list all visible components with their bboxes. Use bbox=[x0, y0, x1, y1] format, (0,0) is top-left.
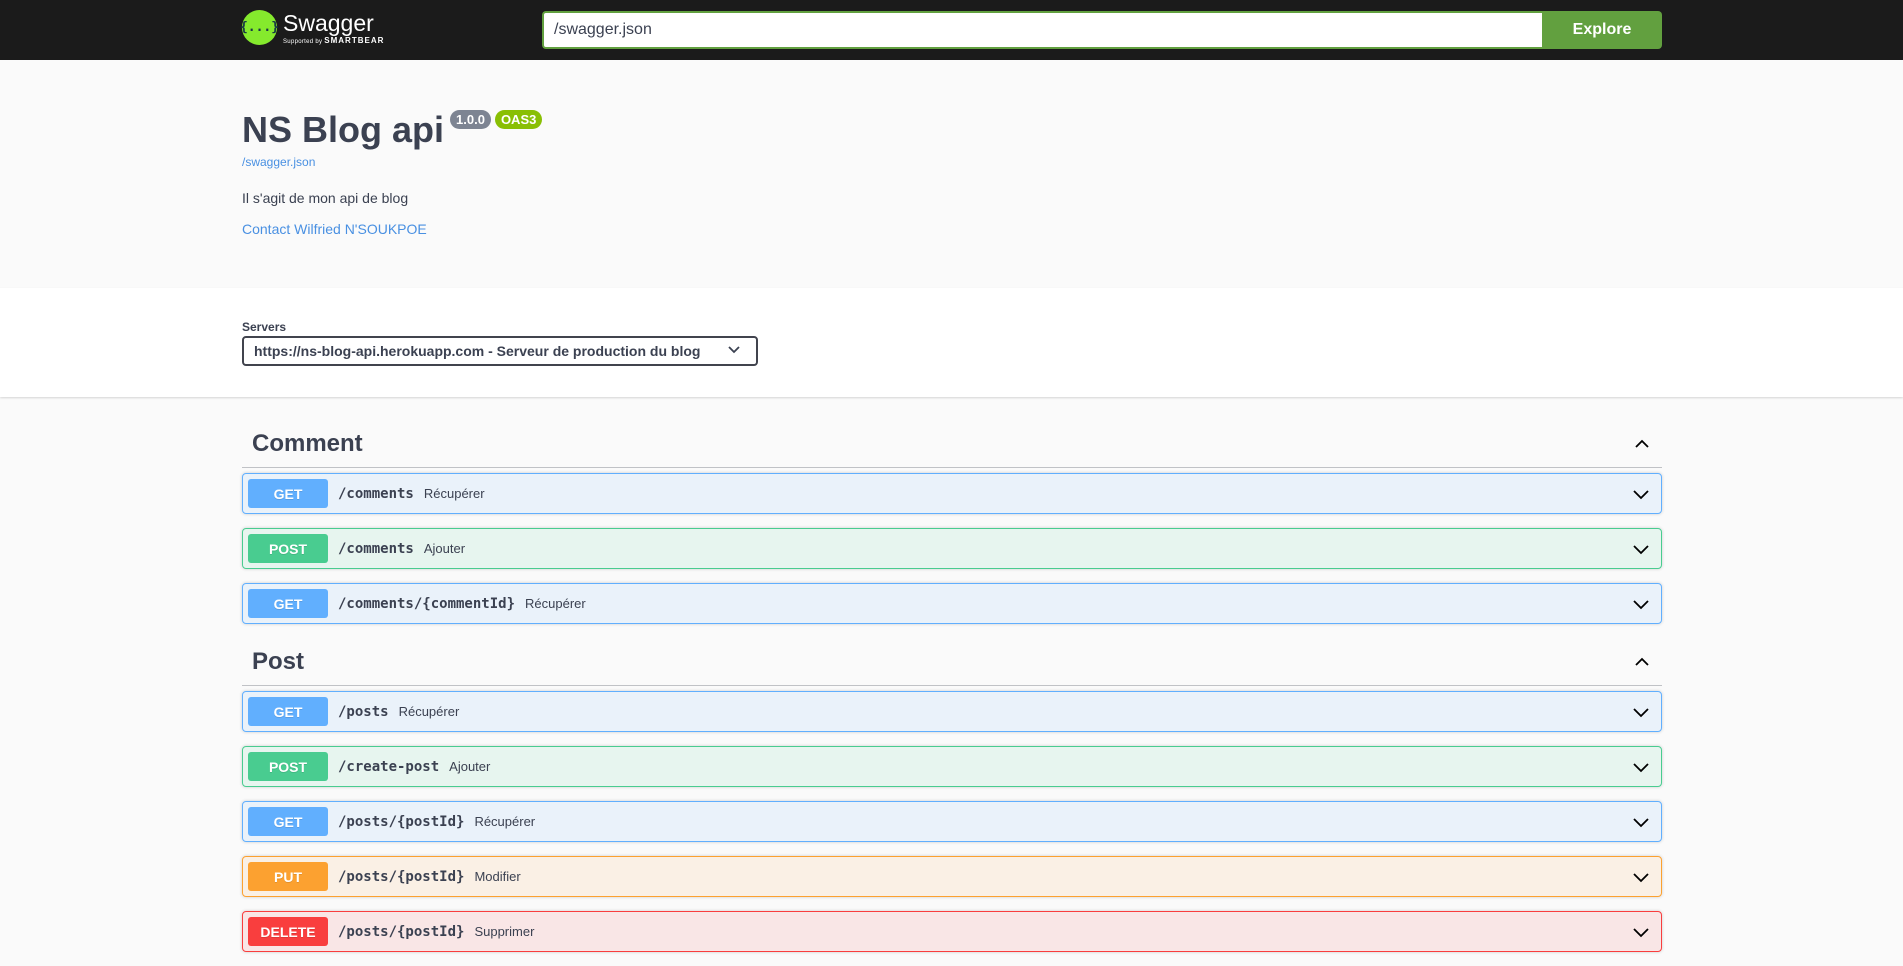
chevron-down-icon[interactable] bbox=[1631, 812, 1651, 832]
operation-path: /create-post bbox=[338, 758, 440, 775]
chevron-up-icon[interactable] bbox=[1632, 652, 1652, 672]
operation-path: /posts/{postId} bbox=[338, 868, 465, 885]
operation-path: /posts/{postId} bbox=[338, 813, 465, 830]
operation-path: /comments bbox=[338, 485, 414, 502]
chevron-up-icon[interactable] bbox=[1632, 434, 1652, 454]
info-section: NS Blog api 1.0.0 OAS3 bbox=[0, 60, 1903, 288]
swagger-logo-icon: {...} bbox=[240, 10, 279, 45]
method-badge: GET bbox=[248, 807, 328, 836]
chevron-down-icon[interactable] bbox=[1631, 922, 1651, 942]
tag-section-comment: Comment GET/comments Récupérer POST/comment… bbox=[242, 420, 1662, 624]
title-row: NS Blog api 1.0.0 OAS3 bbox=[242, 108, 543, 152]
chevron-down-icon[interactable] bbox=[1631, 594, 1651, 614]
opblock-get[interactable]: GET/comments Récupérer bbox=[242, 473, 1662, 514]
opblock-get[interactable]: GET/posts Récupérer bbox=[242, 691, 1662, 732]
explore-button[interactable]: Explore bbox=[1542, 11, 1662, 49]
operations-container: Comment GET/comments Récupérer POST/comment… bbox=[242, 420, 1662, 966]
tag-section-post: Post GET/posts Récupérer POST/create-post Aj… bbox=[242, 638, 1662, 952]
method-badge: POST bbox=[248, 752, 328, 781]
opblock-delete[interactable]: DELETE/posts/{postId} Supprimer bbox=[242, 911, 1662, 952]
brand-subtitle: Supported by SMARTBEAR bbox=[283, 36, 384, 45]
brand-name: Swagger bbox=[283, 9, 374, 36]
download-url-form: Explore bbox=[542, 11, 1662, 49]
servers-label: Servers bbox=[242, 320, 287, 334]
tag-name: Post bbox=[252, 647, 305, 675]
opblock-post[interactable]: POST/create-post Ajouter bbox=[242, 746, 1662, 787]
operation-summary: Ajouter bbox=[423, 541, 466, 556]
method-badge: POST bbox=[248, 534, 328, 563]
operation-summary: Récupérer bbox=[423, 486, 485, 501]
chevron-down-icon[interactable] bbox=[1631, 484, 1651, 504]
operation-summary: Récupérer bbox=[525, 596, 586, 611]
contact-link[interactable]: Contact Wilfried N'SOUKPOE bbox=[242, 221, 427, 237]
opblock-post[interactable]: POST/comments Ajouter bbox=[242, 528, 1662, 569]
chevron-down-icon[interactable] bbox=[1631, 539, 1651, 559]
chevron-down-icon[interactable] bbox=[1631, 867, 1651, 887]
operation-summary: Récupérer bbox=[398, 704, 460, 719]
operation-summary: Ajouter bbox=[449, 759, 491, 774]
swagger-wordmark: Swagger Supported by SMARTBEAR bbox=[283, 11, 384, 45]
operation-path: /comments bbox=[338, 540, 414, 557]
opblock-put[interactable]: PUT/posts/{postId} Modifier bbox=[242, 856, 1662, 897]
brand-sub-company: SMARTBEAR bbox=[324, 35, 385, 45]
servers-section: Servers https://ns-blog-api.herokuapp.co… bbox=[0, 288, 1903, 397]
operation-path: /comments/{commentId} bbox=[338, 595, 516, 612]
opblock-get[interactable]: GET/posts/{postId} Récupérer bbox=[242, 801, 1662, 842]
tag-header-post[interactable]: Post bbox=[242, 638, 1662, 686]
method-badge: GET bbox=[248, 697, 328, 726]
api-description: Il s'agit de mon api de blog bbox=[242, 190, 409, 206]
servers-select[interactable]: https://ns-blog-api.herokuapp.com - Serv… bbox=[242, 336, 758, 366]
version-badge: 1.0.0 bbox=[450, 110, 491, 129]
tag-name: Comment bbox=[252, 429, 363, 457]
operation-summary: Modifier bbox=[474, 869, 521, 884]
operation-summary: Récupérer bbox=[474, 814, 536, 829]
api-title: NS Blog api bbox=[242, 109, 445, 150]
brand-sub-prefix: Supported by bbox=[283, 38, 323, 45]
oas-badge: OAS3 bbox=[494, 110, 543, 129]
spec-url-input[interactable] bbox=[542, 11, 1542, 49]
method-badge: DELETE bbox=[248, 917, 328, 946]
topbar: {...} Swagger Supported by SMARTBEAR Exp… bbox=[0, 0, 1903, 60]
chevron-down-icon[interactable] bbox=[1631, 757, 1651, 777]
chevron-down-icon[interactable] bbox=[1631, 702, 1651, 722]
method-badge: GET bbox=[248, 479, 328, 508]
operation-path: /posts/{postId} bbox=[338, 923, 465, 940]
method-badge: PUT bbox=[248, 862, 328, 891]
operation-path: /posts bbox=[338, 703, 389, 720]
method-badge: GET bbox=[248, 589, 328, 618]
spec-url-link[interactable]: /swagger.json bbox=[242, 155, 315, 169]
opblock-get[interactable]: GET/comments/{commentId} Récupérer bbox=[242, 583, 1662, 624]
swagger-brand[interactable]: {...} Swagger Supported by SMARTBEAR bbox=[240, 10, 384, 45]
tag-header-comment[interactable]: Comment bbox=[242, 420, 1662, 468]
